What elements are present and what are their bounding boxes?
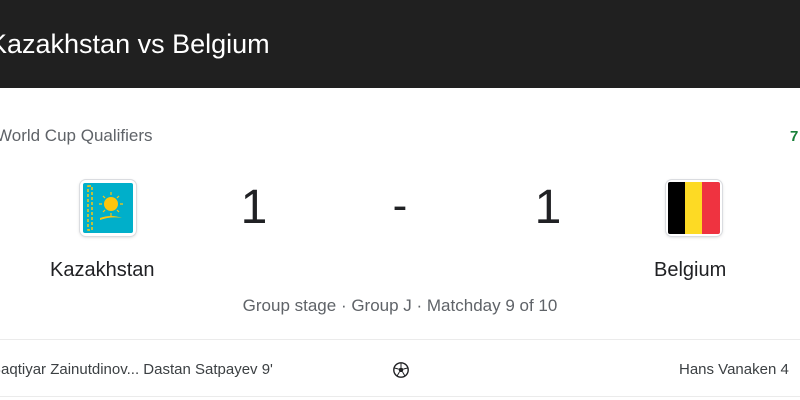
belgium-flag-icon [668, 182, 720, 234]
away-team-name[interactable]: Belgium [654, 257, 726, 283]
match-time: 7 [790, 128, 799, 145]
header-bar: Kazakhstan vs Belgium [0, 0, 800, 88]
home-score: 1 [240, 181, 268, 234]
away-goal-scorer: Hans Vanaken 4 [679, 361, 789, 378]
page-title: Kazakhstan vs Belgium [0, 29, 270, 59]
home-team-flag[interactable] [80, 180, 136, 236]
score-separator: - [392, 181, 408, 230]
away-score: 1 [534, 181, 562, 234]
divider [0, 339, 800, 340]
soccer-ball-icon [393, 362, 409, 378]
home-team-name[interactable]: Kazakhstan [50, 257, 155, 283]
home-goal-scorer: Baqtiyar Zainutdinov... Dastan Satpayev … [0, 361, 273, 378]
match-stage: Group stage · Group J · Matchday 9 of 10 [242, 296, 558, 315]
away-team-flag[interactable] [666, 180, 722, 236]
divider [0, 396, 800, 397]
kazakhstan-flag-icon [83, 183, 133, 233]
competition-label[interactable]: World Cup Qualifiers [0, 125, 153, 147]
